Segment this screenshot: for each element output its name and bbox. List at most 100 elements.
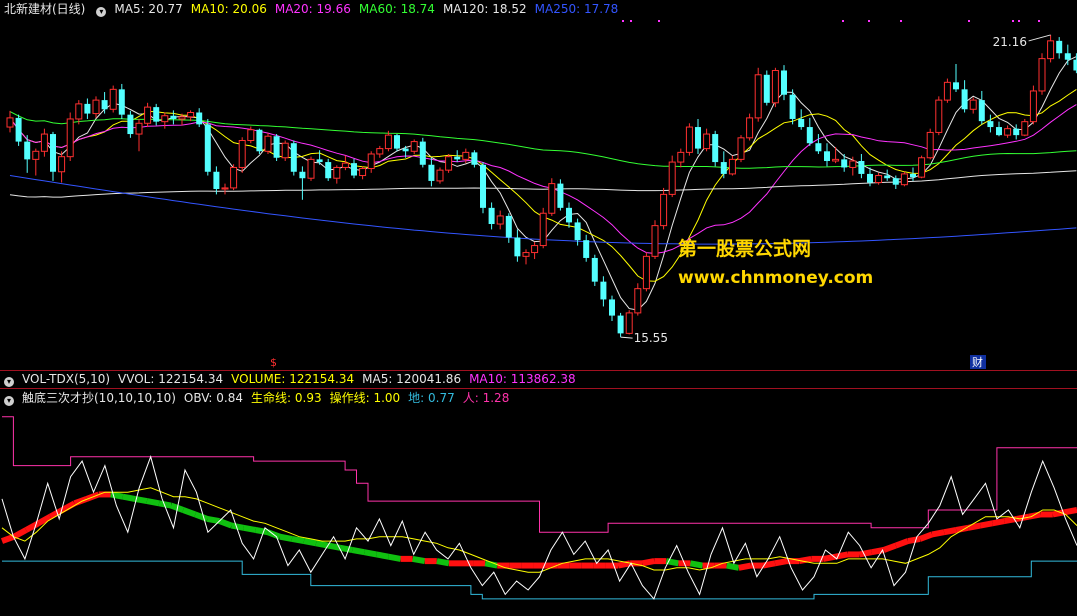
- candle-body: [703, 133, 711, 150]
- indicator-toggle-icon[interactable]: ▾: [4, 396, 14, 406]
- operation-line-segment: [859, 549, 873, 558]
- candle-body: [781, 70, 787, 95]
- candle-body: [918, 157, 926, 178]
- candle: [771, 67, 779, 108]
- candle-body: [858, 160, 865, 174]
- candle: [737, 135, 745, 163]
- watermark-title: 第一股票公式网: [678, 238, 812, 260]
- candle: [875, 172, 883, 185]
- candle-body: [15, 117, 22, 142]
- candle: [376, 145, 384, 158]
- candle-body: [1029, 90, 1037, 123]
- indicator-chart: [0, 416, 1077, 600]
- candle-body: [32, 150, 40, 160]
- candle-body: [376, 148, 384, 155]
- operation-line-segment: [931, 529, 945, 538]
- candle: [668, 155, 676, 198]
- candle: [591, 254, 598, 286]
- volume-legend-item-3: MA10: 113862.38: [469, 372, 576, 386]
- signal-dot: [900, 20, 902, 22]
- candle: [101, 92, 108, 114]
- candle: [264, 132, 272, 154]
- candle-body: [987, 121, 994, 128]
- candle-body: [824, 151, 830, 161]
- candle-body: [273, 136, 280, 158]
- operation-line-segment: [882, 542, 897, 553]
- candle: [642, 252, 650, 292]
- candle-body: [290, 143, 297, 172]
- candle-body: [135, 122, 143, 135]
- candle-body: [221, 187, 229, 190]
- candle: [557, 179, 564, 211]
- candle-body: [574, 222, 581, 241]
- candle-body: [677, 151, 685, 163]
- candle: [1021, 118, 1029, 137]
- candle-body: [281, 142, 289, 159]
- candle: [153, 103, 160, 126]
- candle-body: [24, 141, 31, 160]
- candle-body: [153, 107, 160, 122]
- candle-body: [394, 135, 400, 149]
- operation-line-segment: [979, 520, 993, 529]
- candle: [1064, 44, 1071, 66]
- operation-line-segment: [943, 527, 957, 536]
- candle: [394, 134, 400, 152]
- candle-body: [367, 153, 375, 170]
- candle-body: [591, 257, 598, 282]
- candle: [488, 202, 495, 230]
- candle-body: [583, 240, 590, 258]
- indicator-legend: OBV: 0.84 生命线: 0.93 操作线: 1.00 地: 0.77 人: 1.2…: [184, 391, 517, 405]
- candle: [351, 158, 357, 179]
- candle-body: [737, 137, 745, 160]
- indicator-legend-item-0: OBV: 0.84: [183, 391, 244, 405]
- candle: [712, 130, 719, 167]
- candle: [978, 90, 985, 125]
- candle-body: [1056, 40, 1063, 54]
- candle-body: [642, 255, 650, 290]
- candle-body: [264, 135, 272, 152]
- operation-line-segment: [146, 498, 160, 507]
- operation-line-segment: [315, 540, 329, 549]
- candle-body: [118, 89, 125, 115]
- indicator-name[interactable]: 触底三次才抄(10,10,10,10): [22, 391, 176, 405]
- candle-body: [1073, 59, 1077, 71]
- operation-line-segment: [122, 493, 136, 502]
- candle: [367, 151, 375, 173]
- operation-line-segment: [363, 549, 377, 558]
- candle-body: [454, 156, 461, 160]
- high-pointer: [1028, 34, 1051, 42]
- candle-body: [884, 175, 891, 179]
- ma-line-ma120: [9, 170, 1077, 198]
- candle: [806, 117, 813, 146]
- candle-body: [789, 94, 796, 119]
- operation-line-segment: [243, 524, 257, 533]
- candle-body: [1004, 128, 1012, 136]
- candle-body: [333, 166, 341, 179]
- marker-dollar: $: [270, 356, 277, 369]
- candle: [290, 140, 297, 176]
- volume-indicator-name[interactable]: VOL-TDX(5,10): [22, 372, 110, 386]
- candle: [118, 83, 125, 119]
- candle-body: [92, 99, 100, 115]
- ma-line-ma5: [9, 56, 1077, 311]
- candle-body: [247, 129, 255, 142]
- candle-body: [531, 245, 539, 254]
- candle-body: [953, 82, 959, 90]
- volume-toggle-icon[interactable]: ▾: [4, 377, 14, 387]
- candle-body: [841, 159, 848, 168]
- candle-body: [436, 169, 444, 182]
- candle-body: [832, 158, 840, 162]
- candle: [651, 220, 659, 260]
- candle-body: [238, 140, 246, 168]
- candle-body: [539, 212, 547, 247]
- candle-body: [875, 175, 883, 184]
- candle: [969, 97, 977, 114]
- candle-body: [771, 69, 779, 104]
- candle-body: [1038, 58, 1046, 92]
- candle: [617, 312, 624, 338]
- candle: [634, 283, 642, 316]
- candle-body: [978, 100, 985, 122]
- candle: [333, 165, 341, 184]
- candle: [1013, 124, 1020, 140]
- candle: [900, 171, 908, 187]
